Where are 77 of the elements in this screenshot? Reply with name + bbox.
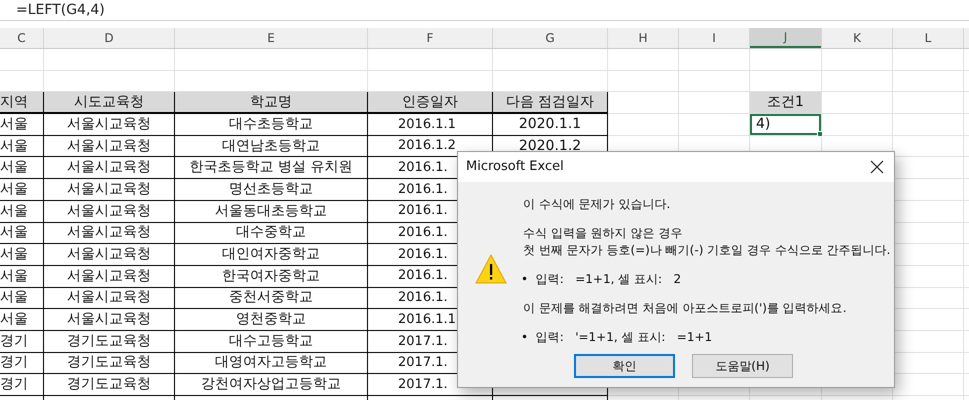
- table-cell: 서울시교육청: [44, 200, 175, 222]
- table-cell: 서울시교육청: [44, 136, 175, 158]
- table-cell: 서울시교육청: [44, 266, 175, 288]
- table-cell: 서울: [0, 309, 44, 331]
- table-cell: 서울시교육청: [44, 244, 175, 266]
- table-cell: 한국여자중학교: [175, 266, 368, 288]
- table-cell: 서울시교육청: [44, 288, 175, 310]
- dialog-message: 첫 번째 문자가 등호(=)나 빼기(-) 기호일 경우 수식으로 간주됩니다.: [523, 242, 890, 259]
- column-header[interactable]: F: [368, 28, 492, 48]
- selected-cell[interactable]: 4): [750, 114, 821, 135]
- grid-cell: [893, 114, 964, 136]
- table-cell: 서울: [0, 266, 44, 288]
- column-header[interactable]: G: [493, 28, 607, 48]
- table-cell: 서울시교육청: [44, 309, 175, 331]
- grid-cell: [822, 92, 893, 114]
- table-cell: 경기도교육청: [44, 352, 175, 374]
- example-line: • 입력: =1+1, 셀 표시: 2: [521, 271, 682, 288]
- column-header[interactable]: H: [608, 28, 678, 48]
- column-header-cell: 인증일자: [368, 92, 493, 114]
- column-header-cell: 다음 점검일자: [493, 92, 608, 114]
- dialog-button[interactable]: 확인: [574, 354, 675, 378]
- column-header[interactable]: I: [679, 28, 749, 48]
- grid-cell: [608, 92, 679, 114]
- table-cell: 명선초등학교: [175, 179, 368, 201]
- table-cell: 서울: [0, 179, 44, 201]
- table-cell: 강천여자상업고등학교: [175, 374, 368, 396]
- dialog-button[interactable]: 도움말(H): [692, 354, 793, 378]
- table-cell: 대수고등학교: [175, 330, 368, 353]
- grid-cell: [679, 70, 750, 92]
- grid-cell: [893, 70, 964, 92]
- table-cell: 영천중학교: [175, 309, 368, 331]
- dialog-message: 이 수식에 문제가 있습니다.: [523, 196, 670, 213]
- dialog-message: 이 문제를 해결하려면 처음에 아포스트로피(')를 입력하세요.: [523, 300, 847, 317]
- column-header[interactable]: J: [750, 28, 821, 48]
- table-cell: 서울: [0, 200, 44, 222]
- column-header[interactable]: K: [822, 28, 892, 48]
- grid-cell: [893, 92, 964, 114]
- table-cell: 중천서중학교: [175, 288, 368, 310]
- column-header[interactable]: C: [0, 28, 43, 48]
- dialog-message: 수식 입력을 원하지 않은 경우: [523, 225, 682, 242]
- table-cell: 서울: [0, 244, 44, 266]
- table-cell: 경기: [0, 330, 44, 353]
- table-cell: 서울: [0, 222, 44, 244]
- table-cell: 서울시교육청: [44, 157, 175, 180]
- column-header-cell: 학교명: [175, 92, 368, 114]
- grid-cell: [822, 70, 893, 92]
- condition-header-cell: 조건1: [750, 92, 822, 114]
- close-icon[interactable]: [870, 160, 884, 174]
- table-cell: 대연남초등학교: [175, 136, 368, 158]
- column-header[interactable]: D: [44, 28, 174, 48]
- column-header-cell: 시도교육청: [44, 92, 175, 114]
- table-cell: 서울: [0, 157, 44, 180]
- warning-icon: [474, 254, 506, 284]
- table-cell: 서울시교육청: [44, 222, 175, 244]
- table-cell: 경기: [0, 374, 44, 396]
- table-cell: 2016.1.1: [368, 114, 493, 136]
- table-cell: 대수중학교: [175, 222, 368, 244]
- column-header[interactable]: E: [175, 28, 367, 48]
- table-cell: 한국초등학교 병설 유치원: [175, 157, 368, 180]
- table-cell: 대수초등학교: [175, 114, 368, 136]
- table-cell: 경기: [0, 352, 44, 374]
- grid-cell: [608, 70, 679, 92]
- column-header[interactable]: L: [893, 28, 963, 48]
- column-header-cell: 지역: [0, 92, 44, 114]
- table-cell: 서울시교육청: [44, 179, 175, 201]
- formula-field[interactable]: =LEFT(G4,4): [16, 0, 105, 20]
- table-cell: 경기도교육청: [44, 330, 175, 353]
- table-cell: 경기도교육청: [44, 374, 175, 396]
- table-cell: 서울: [0, 288, 44, 310]
- table-cell: 서울시교육청: [44, 114, 175, 136]
- example-line: • 입력: '=1+1, 셀 표시: =1+1: [521, 329, 712, 346]
- table-cell: 2020.1.1: [493, 114, 608, 136]
- table-cell: 서울동대초등학교: [175, 200, 368, 222]
- table-cell: 서울: [0, 114, 44, 136]
- table-cell: 대인여자중학교: [175, 244, 368, 266]
- table-cell: 대영여자고등학교: [175, 352, 368, 374]
- table-cell: 서울: [0, 136, 44, 158]
